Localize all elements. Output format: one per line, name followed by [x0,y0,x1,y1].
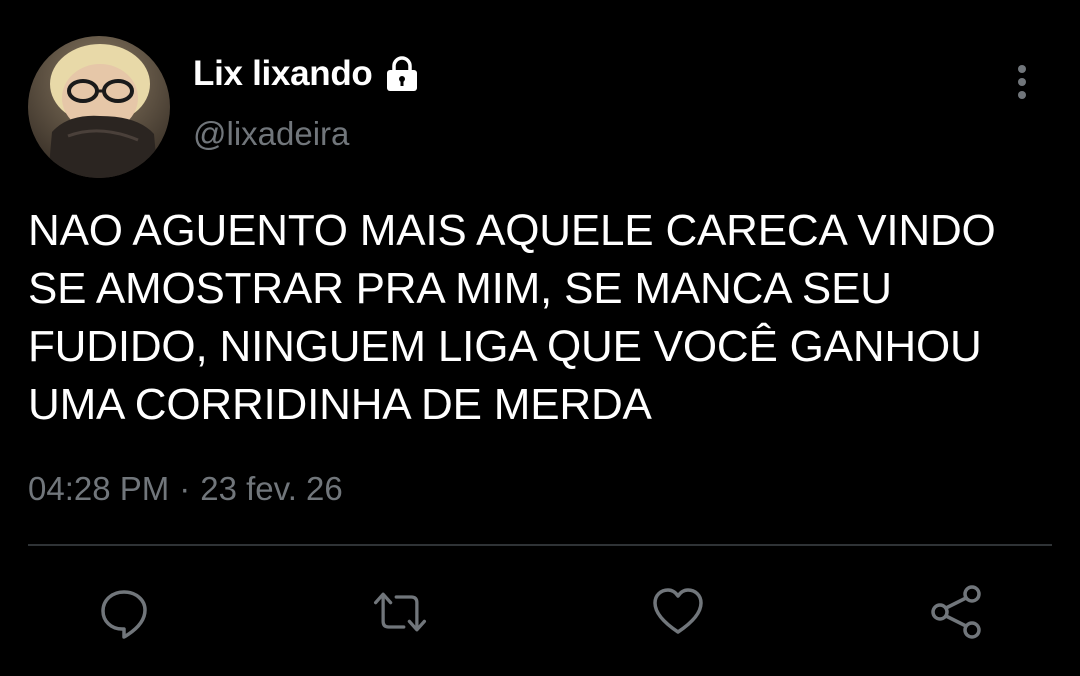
lock-icon [383,55,421,93]
divider [28,544,1052,546]
more-options-icon[interactable] [1006,62,1038,104]
tweet-card: Lix lixando @lixadeira NAO AGUENTO MAIS … [0,0,1080,676]
tweet-text: NAO AGUENTO MAIS AQUELE CARECA VINDO SE … [28,206,1008,429]
tweet-date: 23 fev. 26 [200,470,343,507]
user-handle[interactable]: @lixadeira [193,115,349,153]
avatar-image [28,36,170,178]
reply-button[interactable] [94,582,154,642]
avatar[interactable] [28,36,170,178]
share-button[interactable] [926,582,986,642]
display-name[interactable]: Lix lixando [193,54,373,94]
share-icon [931,585,981,639]
display-name-row[interactable]: Lix lixando [193,52,421,96]
retweet-icon [373,592,427,632]
retweet-button[interactable] [370,582,430,642]
like-button[interactable] [648,582,708,642]
meta-separator: · [179,470,191,507]
heart-icon [653,588,703,634]
tweet-time: 04:28 PM [28,470,170,507]
tweet-meta: 04:28 PM · 23 fev. 26 [28,470,343,508]
reply-icon [101,590,147,639]
